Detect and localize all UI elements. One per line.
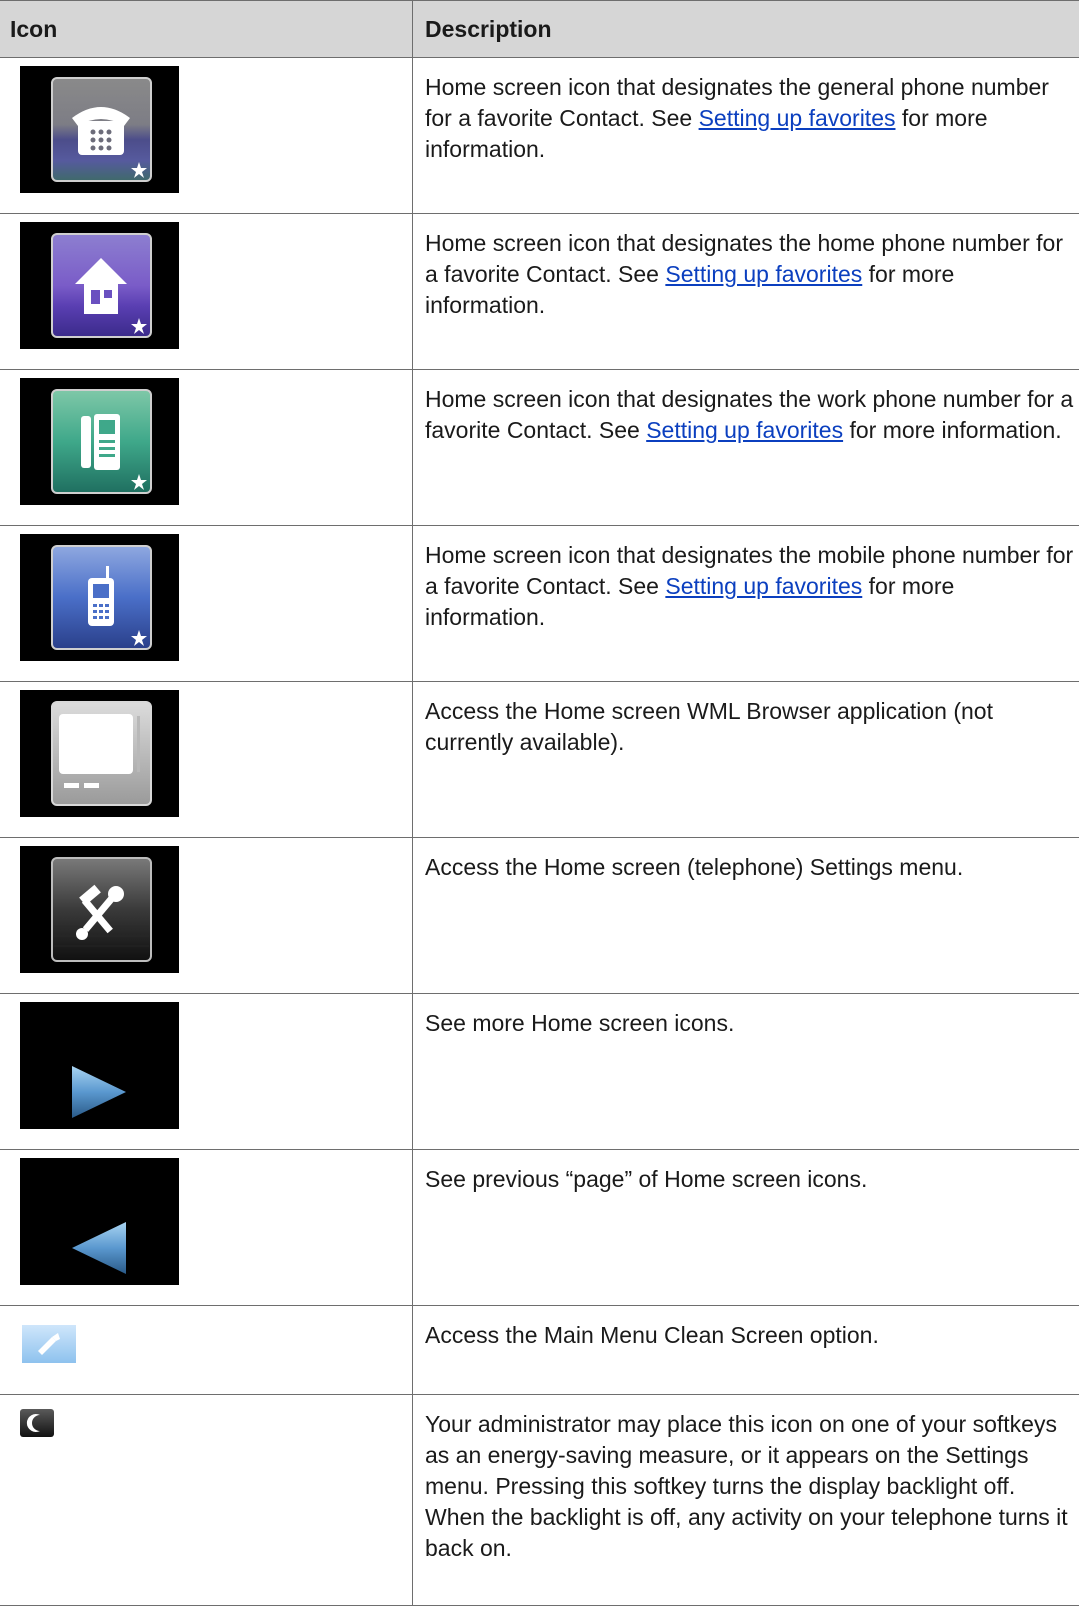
description-cell: See more Home screen icons. (413, 994, 1079, 1150)
icon-description-table: Icon Description (0, 0, 1079, 1606)
description-cell: See previous “page” of Home screen icons… (413, 1150, 1079, 1306)
home-phone-favorite-icon (20, 222, 179, 349)
setting-up-favorites-link[interactable]: Setting up favorites (699, 105, 896, 131)
mobile-phone-favorite-icon (20, 534, 179, 661)
table-row: Access the Home screen (telephone) Setti… (0, 838, 1079, 994)
icon-cell (0, 1306, 413, 1395)
next-page-arrow-icon (20, 1002, 179, 1129)
column-header-description: Description (413, 1, 1079, 58)
table-row: Home screen icon that designates the wor… (0, 370, 1079, 526)
description-cell: Home screen icon that designates the mob… (413, 526, 1079, 682)
table-row: See more Home screen icons. (0, 994, 1079, 1150)
icon-cell (0, 682, 413, 838)
description-text: Your administrator may place this icon o… (425, 1411, 1068, 1561)
description-cell: Home screen icon that designates the wor… (413, 370, 1079, 526)
icon-cell (0, 58, 413, 214)
column-header-icon: Icon (0, 1, 413, 58)
table-row: Your administrator may place this icon o… (0, 1395, 1079, 1606)
description-text-after: for more information. (843, 417, 1062, 443)
description-cell: Home screen icon that designates the gen… (413, 58, 1079, 214)
description-cell: Access the Home screen WML Browser appli… (413, 682, 1079, 838)
table-row: See previous “page” of Home screen icons… (0, 1150, 1079, 1306)
icon-cell (0, 994, 413, 1150)
setting-up-favorites-link[interactable]: Setting up favorites (665, 261, 862, 287)
setting-up-favorites-link[interactable]: Setting up favorites (646, 417, 843, 443)
table-row: Home screen icon that designates the gen… (0, 58, 1079, 214)
description-cell: Home screen icon that designates the hom… (413, 214, 1079, 370)
work-phone-favorite-icon (20, 378, 179, 505)
description-cell: Your administrator may place this icon o… (413, 1395, 1079, 1606)
setting-up-favorites-link[interactable]: Setting up favorites (665, 573, 862, 599)
description-cell: Access the Home screen (telephone) Setti… (413, 838, 1079, 994)
table-row: Home screen icon that designates the hom… (0, 214, 1079, 370)
table-row: Home screen icon that designates the mob… (0, 526, 1079, 682)
description-cell: Access the Main Menu Clean Screen option… (413, 1306, 1079, 1395)
description-text: See previous “page” of Home screen icons… (425, 1166, 867, 1192)
description-text: Access the Home screen (telephone) Setti… (425, 854, 963, 880)
general-phone-favorite-icon (20, 66, 179, 193)
icon-cell (0, 370, 413, 526)
table-header-row: Icon Description (0, 1, 1079, 58)
icon-cell (0, 838, 413, 994)
wml-browser-icon (20, 690, 179, 817)
backlight-off-moon-icon (20, 1409, 54, 1437)
icon-cell (0, 214, 413, 370)
table-row: Access the Main Menu Clean Screen option… (0, 1306, 1079, 1395)
description-text: See more Home screen icons. (425, 1010, 734, 1036)
clean-screen-icon (20, 1323, 78, 1365)
settings-tools-icon (20, 846, 179, 973)
description-text: Access the Main Menu Clean Screen option… (425, 1322, 879, 1348)
icon-cell (0, 1395, 413, 1606)
previous-page-arrow-icon (20, 1158, 179, 1285)
icon-cell (0, 526, 413, 682)
icon-cell (0, 1150, 413, 1306)
table-row: Access the Home screen WML Browser appli… (0, 682, 1079, 838)
description-text: Access the Home screen WML Browser appli… (425, 698, 993, 755)
